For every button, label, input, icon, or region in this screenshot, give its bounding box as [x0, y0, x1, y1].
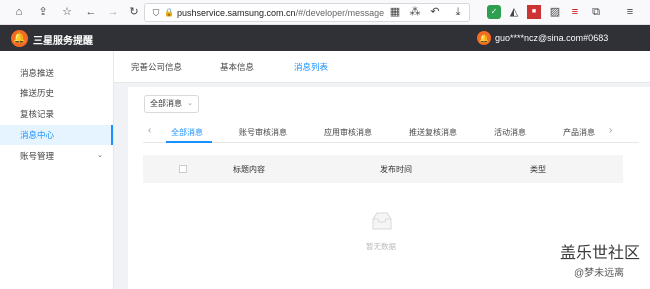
column-publish-time: 发布时间 [380, 165, 412, 174]
page-tabs: 完善公司信息 基本信息 消息列表 [114, 51, 650, 83]
tab-manager-icon[interactable]: ⇪ [36, 5, 50, 19]
sidebar-item-label: 消息推送 [20, 68, 55, 78]
filter-value: 全部消息 [150, 99, 182, 108]
sidebar-item-push[interactable]: 消息推送 [0, 63, 113, 83]
extension-flag-icon[interactable]: ≡ [568, 5, 582, 19]
extension-image-icon[interactable]: ▨ [548, 5, 562, 19]
sidebar-item-history[interactable]: 推送历史 [0, 83, 113, 103]
extension-red-icon[interactable]: ■ [527, 5, 541, 19]
undo-icon[interactable]: ↶ [428, 5, 442, 19]
lock-icon[interactable]: 🔒 [162, 6, 176, 20]
url-text[interactable]: pushservice.samsung.com.cn/#/developer/m… [177, 8, 384, 18]
shield-icon[interactable]: ⛉ [149, 6, 163, 20]
browser-toolbar: ⌂ ⇪ ☆ ← → ↻ ⛉ 🔒 pushservice.samsung.com.… [0, 0, 650, 25]
translate-icon[interactable]: ⁂ [408, 5, 422, 19]
sidebar-item-label: 账号管理 [20, 151, 55, 161]
chevron-down-icon: ⌄ [187, 100, 193, 107]
table-header: 标题内容 发布时间 类型 [143, 155, 623, 183]
tab-product[interactable]: 产品消息 [563, 127, 595, 138]
user-account[interactable]: guo****ncz@sina.com#0683 [495, 33, 608, 43]
column-type: 类型 [530, 165, 546, 174]
tab-message-list[interactable]: 消息列表 [294, 61, 328, 73]
extension-triangle-icon[interactable]: ◭ [507, 5, 521, 19]
tab-account-review[interactable]: 账号审核消息 [239, 127, 287, 138]
app-title: 三星服务提醒 [33, 36, 93, 47]
tab-all-messages[interactable]: 全部消息 [171, 127, 203, 138]
empty-state-text: 暂无数据 [366, 242, 396, 251]
watermark-title: 盖乐世社区 [560, 245, 641, 262]
forward-icon[interactable]: → [106, 5, 120, 19]
tab-activity[interactable]: 活动消息 [494, 127, 526, 138]
active-tab-indicator [166, 141, 212, 143]
qr-code-icon[interactable]: ▦ [388, 5, 402, 19]
watermark-author: @梦未远离 [574, 268, 625, 279]
tabs-prev-icon[interactable]: ‹ [148, 125, 151, 136]
user-avatar-icon[interactable]: 🔔 [477, 31, 491, 45]
select-all-checkbox[interactable] [179, 165, 187, 173]
menu-icon[interactable]: ≡ [623, 5, 637, 19]
sidebar-item-review[interactable]: 复核记录 [0, 104, 113, 124]
extensions-puzzle-icon[interactable]: ⧉ [589, 5, 603, 19]
column-title: 标题内容 [233, 165, 265, 174]
tab-company-info[interactable]: 完善公司信息 [131, 61, 182, 73]
reload-icon[interactable]: ↻ [127, 5, 141, 19]
sidebar-item-label: 推送历史 [20, 88, 55, 98]
sidebar: 消息推送 推送历史 复核记录 消息中心 账号管理 ⌄ [0, 51, 114, 289]
sidebar-item-label: 复核记录 [20, 109, 55, 119]
tab-push-review[interactable]: 推送复核消息 [409, 127, 457, 138]
app-header: 🔔 三星服务提醒 🔔 guo****ncz@sina.com#0683 [0, 25, 650, 51]
star-icon[interactable]: ☆ [60, 5, 74, 19]
sidebar-item-message-center[interactable]: 消息中心 [0, 125, 113, 145]
bell-logo-icon: 🔔 [11, 30, 28, 47]
tab-app-review[interactable]: 应用审核消息 [324, 127, 372, 138]
empty-inbox-icon [372, 212, 392, 230]
download-icon[interactable]: ⤓ [451, 5, 465, 19]
sidebar-item-label: 消息中心 [20, 130, 55, 140]
chevron-down-icon: ⌄ [97, 152, 103, 159]
back-icon[interactable]: ← [84, 5, 98, 19]
message-filter-select[interactable]: 全部消息 ⌄ [144, 95, 199, 113]
sidebar-item-account[interactable]: 账号管理 ⌄ [0, 146, 113, 166]
home-icon[interactable]: ⌂ [12, 5, 26, 19]
extension-shield-icon[interactable]: ✓ [487, 5, 501, 19]
tab-basic-info[interactable]: 基本信息 [220, 61, 254, 73]
tabs-next-icon[interactable]: › [609, 125, 612, 136]
tabs-divider [143, 142, 639, 143]
